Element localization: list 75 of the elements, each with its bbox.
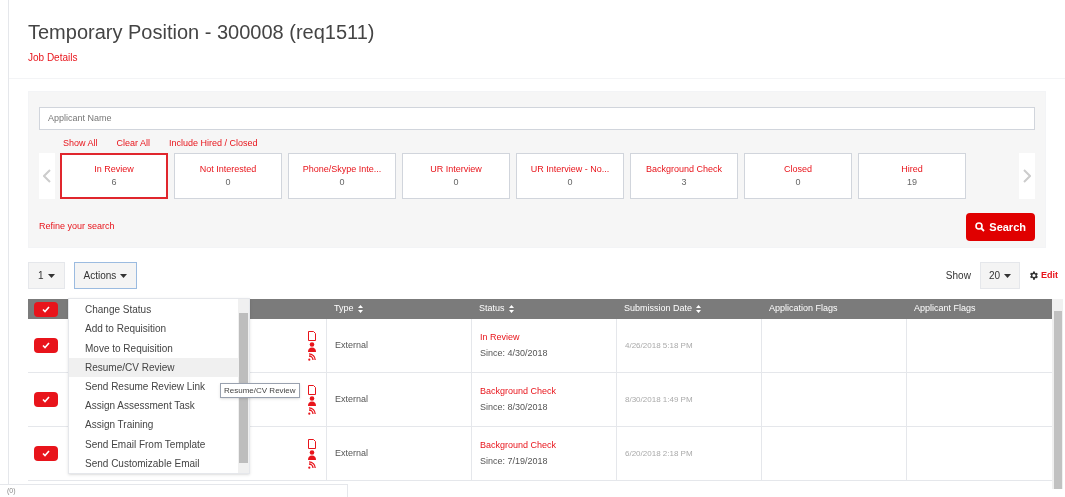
- table-cell-text: External: [335, 392, 369, 406]
- checkmark-icon: [42, 450, 50, 457]
- since-date: Since: 8/30/2018: [480, 401, 549, 414]
- person-icon: [308, 395, 316, 406]
- checkmark-icon: [42, 305, 50, 313]
- menu-item[interactable]: Change Status: [69, 300, 238, 320]
- caret-icon: [47, 273, 55, 278]
- status-card[interactable]: UR Interview - No... 0: [516, 153, 624, 199]
- table-cell-text: External: [335, 338, 369, 352]
- since-date: Since: 4/30/2018: [480, 347, 549, 360]
- status-card[interactable]: Not Interested 0: [174, 153, 282, 199]
- menu-item[interactable]: Assign Training: [69, 415, 238, 435]
- person-icon: [308, 449, 316, 460]
- checkbox[interactable]: [34, 301, 58, 317]
- menu-item[interactable]: Send Email From Template: [69, 434, 238, 454]
- applicant-name-field[interactable]: Applicant Name: [39, 106, 1035, 130]
- rss-icon: [308, 352, 316, 361]
- status-card[interactable]: Phone/Skype Inte... 0: [288, 153, 396, 199]
- column-header[interactable]: Status: [471, 299, 616, 319]
- status-card[interactable]: Hired 19: [858, 153, 966, 199]
- status-card[interactable]: UR Interview 0: [402, 153, 510, 199]
- person-icon: [308, 341, 316, 352]
- checkmark-icon: [42, 342, 50, 349]
- document-icon: [308, 438, 316, 449]
- menu-item[interactable]: Send Customizable Email: [69, 453, 238, 473]
- checkbox[interactable]: [34, 338, 58, 353]
- status-text: Background Check: [480, 384, 558, 398]
- rss-icon: [308, 406, 316, 415]
- caret-icon: [1004, 273, 1011, 278]
- status-card[interactable]: Background Check 3: [630, 153, 738, 199]
- checkbox[interactable]: [34, 392, 58, 407]
- status-card[interactable]: In Review 6: [60, 153, 168, 199]
- table-cell: 4/26/2018 5:18 PM: [625, 339, 693, 352]
- filter-link[interactable]: Clear All: [116, 136, 151, 150]
- menu-item[interactable]: Move to Requisition: [69, 338, 238, 358]
- caret-icon: [120, 273, 128, 278]
- table-cell-text: External: [335, 446, 369, 460]
- status-text: Background Check: [480, 438, 558, 452]
- status-text: In Review: [480, 330, 521, 344]
- checkbox[interactable]: [34, 446, 58, 461]
- sort-icon: [508, 305, 514, 313]
- column-header[interactable]: Submission Date: [616, 299, 761, 319]
- menu-item[interactable]: Add to Requisition: [69, 319, 238, 339]
- edit-link[interactable]: Edit: [1028, 268, 1058, 283]
- actions-button[interactable]: Actions: [73, 262, 138, 289]
- refine-search-link[interactable]: Refine your search: [39, 219, 115, 233]
- checkmark-icon: [42, 396, 50, 403]
- tooltip: Resume/CV Review: [220, 383, 300, 398]
- scrollbar[interactable]: [1052, 299, 1063, 489]
- page-size-select[interactable]: 20: [979, 262, 1020, 289]
- filter-link[interactable]: Include Hired / Closed: [169, 136, 258, 150]
- document-icon: [308, 384, 316, 395]
- filter-link[interactable]: Show All: [63, 136, 98, 150]
- menu-item[interactable]: Assign Assessment Task: [69, 396, 238, 416]
- menu-item[interactable]: Resume/CV Review: [69, 357, 238, 377]
- show-label: Show: [945, 269, 971, 283]
- page-select[interactable]: 1: [28, 262, 65, 289]
- search-button[interactable]: Search: [966, 213, 1035, 241]
- document-icon: [308, 330, 316, 341]
- column-header[interactable]: Applicant Flags: [906, 299, 1051, 319]
- since-date: Since: 7/19/2018: [480, 455, 549, 468]
- column-header[interactable]: Application Flags: [761, 299, 906, 319]
- chevron-left-icon: [43, 169, 51, 183]
- table-cell: 6/20/2018 2:18 PM: [625, 447, 693, 460]
- sort-icon: [696, 305, 702, 313]
- job-details-link[interactable]: Job Details: [28, 52, 78, 63]
- table-cell: 8/30/2018 1:49 PM: [625, 393, 693, 406]
- rss-icon: [308, 460, 316, 469]
- status-card[interactable]: Closed 0: [744, 153, 852, 199]
- page-title: Temporary Position - 300008 (req1511): [28, 20, 376, 44]
- sort-icon: [357, 305, 363, 313]
- gear-icon: [1028, 270, 1039, 281]
- column-header[interactable]: Type: [326, 299, 471, 319]
- chevron-right-icon: [1023, 169, 1031, 183]
- search-icon: [975, 222, 986, 232]
